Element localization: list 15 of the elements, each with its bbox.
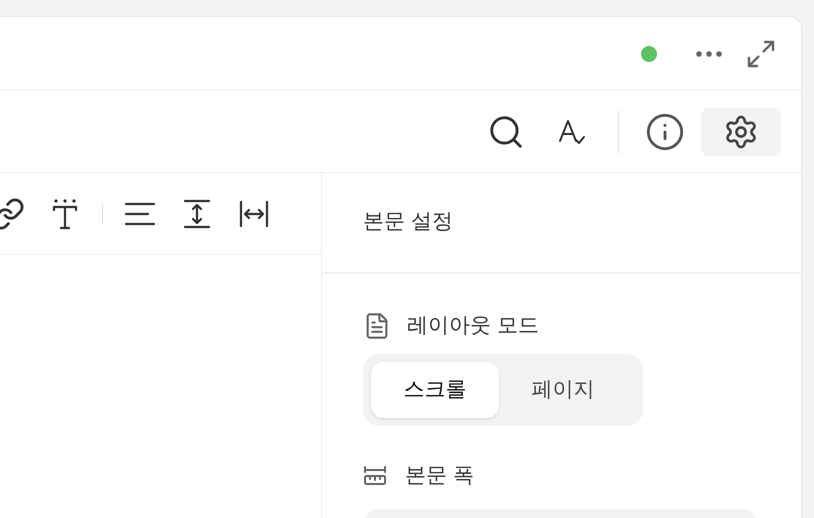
- panel-title: 본문 설정: [363, 208, 453, 235]
- letter-spacing-icon: [239, 200, 269, 228]
- layout-mode-option[interactable]: 페이지: [499, 362, 627, 418]
- more-icon: [696, 50, 722, 56]
- layout-mode-option[interactable]: 스크롤: [371, 362, 499, 418]
- settings-button[interactable]: [701, 108, 781, 156]
- text-style-icon: [50, 198, 80, 230]
- layout-mode-label: 레이아웃 모드: [407, 313, 539, 339]
- align-icon: [124, 200, 156, 226]
- ruler-icon: [363, 464, 387, 486]
- body-width-label: 본문 폭: [405, 462, 474, 488]
- link-icon: [0, 196, 25, 230]
- info-icon: [645, 112, 685, 152]
- line-height-icon: [183, 198, 211, 228]
- settings-icon: [723, 114, 759, 150]
